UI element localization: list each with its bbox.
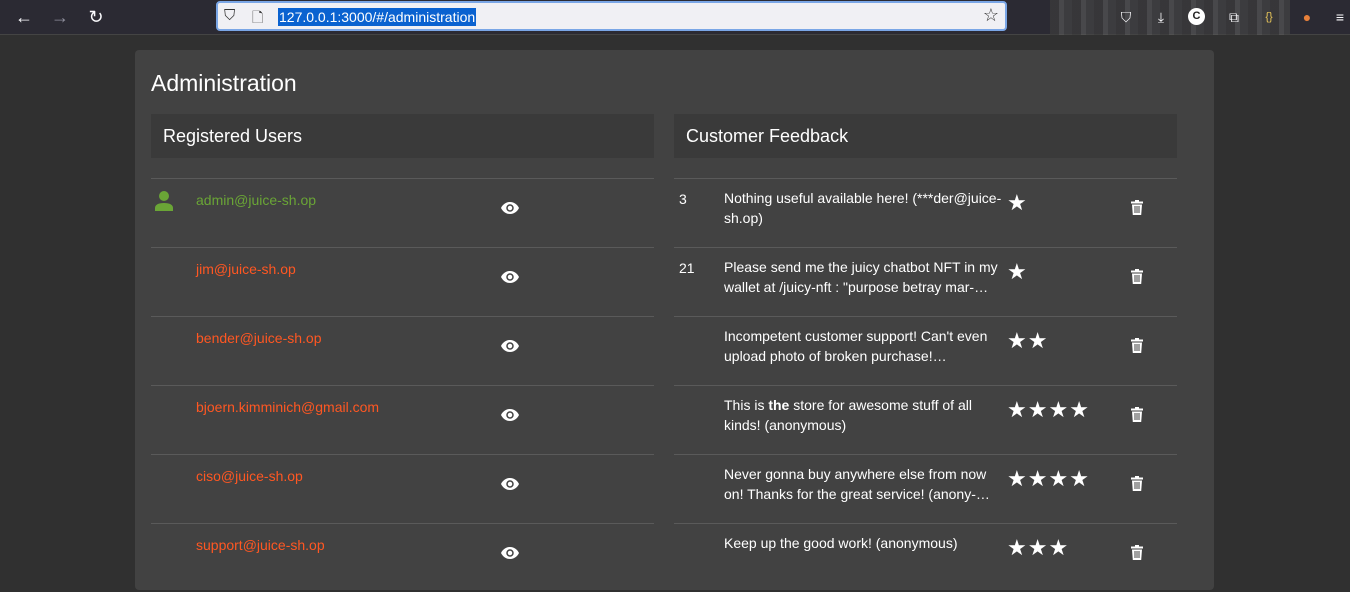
comment-text: Please send me the juicy chatbot NFT in …	[724, 259, 998, 295]
comment-text: Keep up the good work! (anonymous)	[724, 535, 958, 551]
json-extension-icon[interactable]: {}	[1259, 7, 1279, 27]
star-icon: ★	[1027, 397, 1049, 422]
comment-bold: the	[768, 397, 790, 413]
feedback-row: Keep up the good work! (anonymous) ★★★	[674, 523, 1177, 592]
rating-stars: ★★★★	[1007, 466, 1090, 492]
administration-card: Administration Registered Users admin@ju…	[135, 50, 1214, 590]
user-email: admin@juice-sh.op	[196, 192, 317, 208]
view-user-eye-icon[interactable]	[501, 546, 519, 562]
page-title: Administration	[151, 70, 297, 96]
comment-text: Nothing useful available here! (***der@j…	[724, 190, 1002, 226]
address-bar[interactable]: ⛉ 🗋 127.0.0.1:3000/#/administration ☆	[216, 1, 1007, 31]
page-icon: 🗋	[252, 9, 264, 25]
star-icon: ★	[1027, 535, 1049, 560]
download-icon[interactable]: ⤓	[1151, 7, 1171, 27]
feedback-row: This is the store for awesome stuff of a…	[674, 385, 1177, 454]
users-header: Registered Users	[151, 114, 654, 158]
user-row: bjoern.kimminich@gmail.com	[151, 385, 654, 454]
pocket-icon[interactable]: ⛉	[1116, 7, 1136, 27]
feedback-comment: Never gonna buy anywhere else from now o…	[724, 464, 1004, 504]
bookmark-star-icon[interactable]: ☆	[983, 5, 999, 26]
feedback-user-id: 3	[679, 191, 687, 207]
star-icon: ★	[1007, 328, 1028, 353]
shield-icon[interactable]: ⛉	[224, 7, 235, 24]
browser-toolbar: ← → ↻ ⛉ 🗋 127.0.0.1:3000/#/administratio…	[0, 0, 1350, 35]
view-user-eye-icon[interactable]	[501, 339, 519, 355]
delete-trash-icon[interactable]	[1131, 269, 1143, 287]
view-user-eye-icon[interactable]	[501, 477, 519, 493]
rating-stars: ★★★★	[1007, 397, 1090, 423]
feedback-comment: Nothing useful available here! (***der@j…	[724, 188, 1004, 228]
star-icon: ★	[1027, 466, 1049, 491]
star-icon: ★	[1069, 397, 1090, 422]
delete-trash-icon[interactable]	[1131, 476, 1143, 494]
reload-icon[interactable]: ↻	[84, 5, 108, 29]
user-row: admin@juice-sh.op	[151, 178, 654, 247]
user-row: bender@juice-sh.op	[151, 316, 654, 385]
star-icon: ★	[1007, 190, 1028, 215]
url-text[interactable]: 127.0.0.1:3000/#/administration	[278, 8, 477, 26]
view-user-eye-icon[interactable]	[501, 201, 519, 217]
user-row: support@juice-sh.op	[151, 523, 654, 592]
extensions-icon[interactable]: ⧉	[1224, 7, 1244, 27]
feedback-row: 21 Please send me the juicy chatbot NFT i…	[674, 247, 1177, 316]
delete-trash-icon[interactable]	[1131, 338, 1143, 356]
star-icon: ★	[1048, 535, 1070, 560]
feedback-comment: Incompetent customer support! Can't even…	[724, 326, 1004, 366]
star-icon: ★	[1007, 259, 1028, 284]
rating-stars: ★★	[1007, 328, 1048, 354]
star-icon: ★	[1007, 466, 1028, 491]
comment-text: This is	[724, 397, 769, 413]
feedback-row: Never gonna buy anywhere else from now o…	[674, 454, 1177, 523]
user-row: jim@juice-sh.op	[151, 247, 654, 316]
back-icon[interactable]: ←	[12, 5, 36, 29]
delete-trash-icon[interactable]	[1131, 545, 1143, 563]
comment-text: Incompetent customer support! Can't even…	[724, 328, 988, 364]
registered-users-panel: Registered Users admin@juice-sh.op jim@ju…	[151, 114, 654, 592]
feedback-comment: Please send me the juicy chatbot NFT in …	[724, 257, 1004, 297]
user-email: ciso@juice-sh.op	[196, 468, 303, 484]
user-email: jim@juice-sh.op	[196, 261, 296, 277]
feedback-header: Customer Feedback	[674, 114, 1177, 158]
view-user-eye-icon[interactable]	[501, 408, 519, 424]
star-icon: ★	[1007, 535, 1028, 560]
extension-badge-icon[interactable]: ●	[1297, 7, 1317, 27]
comment-text: Never gonna buy anywhere else from now o…	[724, 466, 990, 502]
rating-stars: ★	[1007, 190, 1028, 216]
feedback-user-id: 21	[679, 260, 695, 276]
forward-icon[interactable]: →	[48, 5, 72, 29]
menu-icon[interactable]: ≡	[1330, 7, 1350, 27]
user-row: ciso@juice-sh.op	[151, 454, 654, 523]
star-icon: ★	[1048, 397, 1070, 422]
feedback-comment: Keep up the good work! (anonymous)	[724, 533, 1004, 553]
customer-feedback-panel: Customer Feedback 3 Nothing useful availa…	[674, 114, 1177, 592]
star-icon: ★	[1048, 466, 1070, 491]
user-email: support@juice-sh.op	[196, 537, 325, 553]
feedback-row: 3 Nothing useful available here! (***der@…	[674, 178, 1177, 247]
rating-stars: ★★★	[1007, 535, 1069, 561]
view-user-eye-icon[interactable]	[501, 270, 519, 286]
star-icon: ★	[1069, 466, 1090, 491]
user-email: bjoern.kimminich@gmail.com	[196, 399, 380, 415]
delete-trash-icon[interactable]	[1131, 407, 1143, 425]
user-icon	[155, 191, 173, 214]
feedback-comment: This is the store for awesome stuff of a…	[724, 395, 1004, 435]
rating-stars: ★	[1007, 259, 1028, 285]
account-icon[interactable]: C	[1188, 8, 1205, 25]
star-icon: ★	[1027, 328, 1049, 353]
user-email: bender@juice-sh.op	[196, 330, 322, 346]
feedback-row: Incompetent customer support! Can't even…	[674, 316, 1177, 385]
star-icon: ★	[1007, 397, 1028, 422]
delete-trash-icon[interactable]	[1131, 200, 1143, 218]
